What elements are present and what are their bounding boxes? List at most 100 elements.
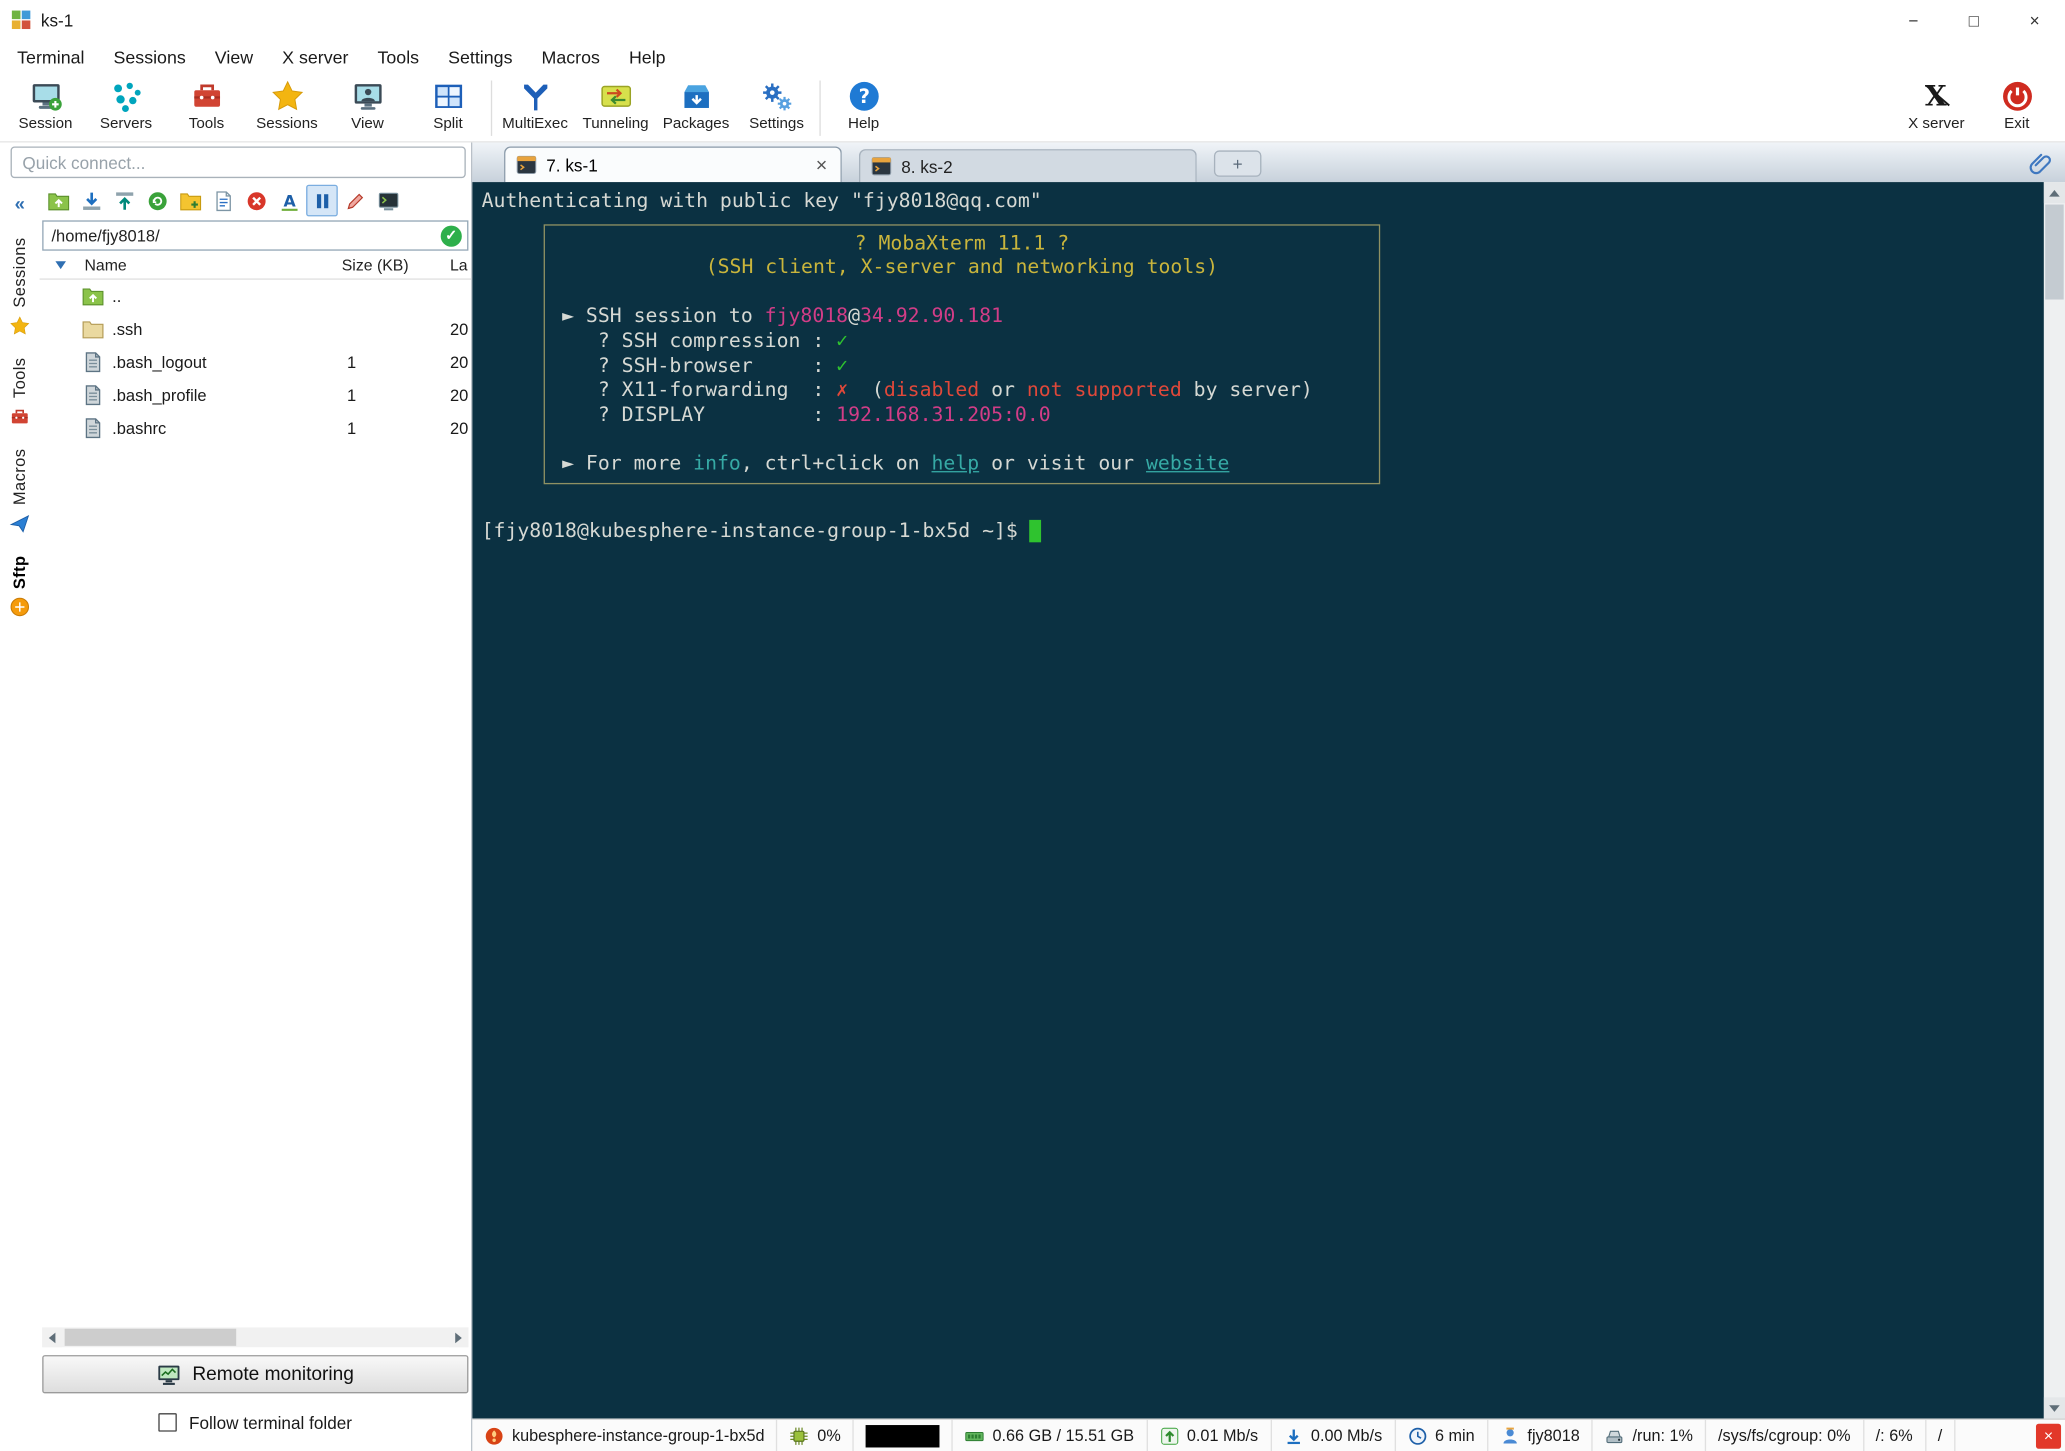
sftp-encoding-button[interactable]: A [273, 185, 305, 217]
toolbar-button-label: MultiExec [502, 116, 568, 132]
scroll-right-button[interactable] [448, 1327, 469, 1348]
menu-item-x-server[interactable]: X server [268, 42, 363, 72]
sftp-download-button[interactable] [75, 185, 107, 217]
scroll-up-button[interactable] [2043, 182, 2065, 204]
file-row[interactable]: .bash_logout 1 20 [40, 346, 471, 379]
sftp-delete-button[interactable] [240, 185, 272, 217]
sftp-new-folder-button[interactable] [174, 185, 206, 217]
folder-up-icon [47, 189, 69, 211]
collapse-sidebar-button[interactable]: « [15, 193, 25, 214]
maximize-button[interactable]: □ [1944, 0, 2005, 40]
follow-terminal-checkbox[interactable] [158, 1413, 178, 1432]
menu-item-macros[interactable]: Macros [527, 42, 614, 72]
menu-item-settings[interactable]: Settings [434, 42, 527, 72]
menu-item-sessions[interactable]: Sessions [99, 42, 200, 72]
status-segment: /sys/fs/cgroup: 0% [1706, 1419, 1864, 1451]
terminal-line: ? MobaXterm 11.1 ? [545, 230, 1379, 255]
file-name: .bashrc [112, 418, 167, 438]
sort-descending-icon [55, 261, 66, 270]
toolbar-button-help[interactable]: ? Help [823, 77, 903, 136]
toolbar-button-split[interactable]: Split [408, 77, 488, 136]
sidebar-tab-tools[interactable]: Tools [9, 347, 30, 438]
multiexec-icon [518, 79, 552, 113]
file-icon [82, 351, 104, 373]
sftp-new-file-button[interactable] [207, 185, 239, 217]
quick-connect-input[interactable] [10, 146, 466, 179]
toolbar-button-label: Tools [188, 116, 225, 132]
paperclip-icon[interactable] [2027, 149, 2053, 175]
sftp-terminal-sync-button[interactable] [372, 185, 404, 217]
tunneling-icon [598, 79, 632, 113]
file-row[interactable]: .ssh 20 [40, 313, 471, 346]
menu-item-help[interactable]: Help [614, 42, 680, 72]
toolbar-button-view[interactable]: View [327, 77, 407, 136]
encoding-icon: A [278, 189, 300, 211]
uptime-icon [1407, 1426, 1427, 1446]
terminal-line: ? X11-forwarding : ✗ (disabled or not su… [545, 378, 1379, 403]
sftp-refresh-button[interactable] [141, 185, 173, 217]
horizontal-scrollbar[interactable] [42, 1327, 469, 1348]
scrollbar-thumb[interactable] [64, 1328, 237, 1346]
file-row[interactable]: .. [40, 280, 471, 313]
scrollbar-track-fill [2044, 301, 2065, 1397]
remote-path-input[interactable] [42, 220, 469, 251]
toolbar-button-x-server[interactable]: X X server [1896, 77, 1976, 132]
column-header-date[interactable]: La [450, 256, 471, 274]
toolbar-button-label: Exit [2004, 116, 2030, 132]
close-button[interactable]: × [2004, 0, 2065, 40]
status-segment: /: 6% [1864, 1419, 1926, 1451]
minimize-button[interactable]: − [1883, 0, 1944, 40]
terminal-text: fjy8018 [764, 303, 849, 328]
menu-item-terminal[interactable]: Terminal [3, 42, 99, 72]
sftp-edit-button[interactable] [339, 185, 371, 217]
scrollbar-track[interactable] [62, 1327, 449, 1347]
edit-icon [344, 189, 366, 211]
terminal-link[interactable]: website [1146, 451, 1229, 475]
menu-item-view[interactable]: View [200, 42, 267, 72]
sidebar-tab-macros[interactable]: Macros [9, 438, 30, 545]
remote-monitoring-button[interactable]: Remote monitoring [42, 1355, 469, 1394]
terminal-tab-8.-ks-2[interactable]: 8. ks-2 [858, 149, 1197, 183]
user-icon [1500, 1426, 1520, 1446]
toolbar-button-settings[interactable]: Settings [736, 77, 816, 136]
tab-close-icon[interactable]: × [813, 154, 830, 176]
terminal-tab-7.-ks-1[interactable]: 7. ks-1 × [504, 146, 842, 183]
sidebar-tab-sessions[interactable]: Sessions [9, 227, 30, 347]
terminal-content[interactable]: Authenticating with public key "fjy8018@… [472, 182, 2044, 1419]
toolbar-button-tools[interactable]: Tools [166, 77, 246, 136]
status-exit-button[interactable]: × [2035, 1423, 2062, 1449]
sidebar-tab-label: Sftp [10, 554, 30, 589]
sftp-folder-up-button[interactable] [42, 185, 74, 217]
sidebar-tab-label: Tools [10, 357, 30, 399]
toolbar-button-session[interactable]: Session [5, 77, 85, 136]
sftp-upload-button[interactable] [108, 185, 140, 217]
scroll-left-button[interactable] [42, 1327, 63, 1348]
window-controls: − □ × [1883, 0, 2065, 40]
refresh-icon [146, 189, 168, 211]
file-row[interactable]: .bash_profile 1 20 [40, 379, 471, 412]
file-row[interactable]: .bashrc 1 20 [40, 412, 471, 445]
sidebar-tab-sftp[interactable]: Sftp [9, 544, 30, 628]
status-text: 0.01 Mb/s [1186, 1426, 1259, 1445]
toolbar-button-exit[interactable]: Exit [1977, 77, 2057, 132]
column-header-size[interactable]: Size (KB) [342, 256, 450, 274]
toolbar-button-servers[interactable]: Servers [86, 77, 166, 136]
toolbar-button-tunneling[interactable]: Tunneling [575, 77, 655, 136]
terminal-scrollbar[interactable] [2043, 182, 2065, 1419]
sftp-pause-button[interactable] [306, 184, 338, 217]
file-name: .bash_logout [112, 352, 207, 372]
terminal-scrollbar-thumb[interactable] [2045, 204, 2064, 300]
app-icon [11, 9, 32, 30]
column-header-name[interactable]: Name [66, 256, 342, 274]
sessions-star-icon [270, 79, 304, 113]
file-date: 20 [449, 418, 469, 438]
sidebar-strip: « Sessions Tools Macros Sftp [0, 182, 40, 1451]
menu-item-tools[interactable]: Tools [363, 42, 434, 72]
file-date: 20 [449, 385, 469, 405]
new-tab-button[interactable]: + [1213, 150, 1262, 177]
terminal-link[interactable]: help [932, 451, 980, 475]
toolbar-button-multiexec[interactable]: MultiExec [495, 77, 575, 136]
toolbar-button-sessions[interactable]: Sessions [247, 77, 327, 136]
scroll-down-button[interactable] [2043, 1397, 2065, 1419]
toolbar-button-packages[interactable]: Packages [656, 77, 736, 136]
